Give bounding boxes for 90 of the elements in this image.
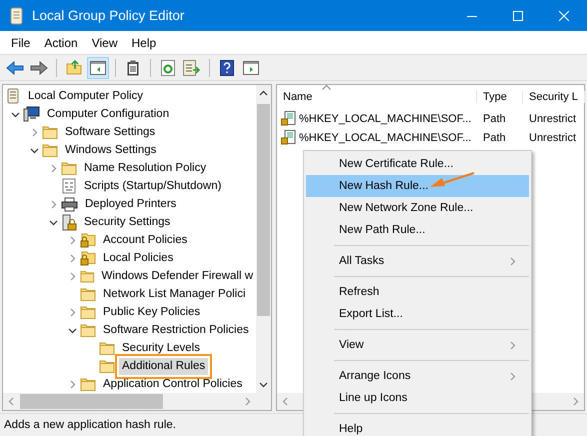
menu-item[interactable]: Export List...	[306, 303, 529, 325]
folder-icon	[80, 305, 96, 319]
chevron-right-icon[interactable]	[30, 128, 38, 136]
chevron-right-icon[interactable]	[68, 272, 76, 280]
tree-item[interactable]: Additional Rules	[119, 358, 208, 374]
tree-item[interactable]: Scripts (Startup/Shutdown)	[81, 178, 224, 194]
menu-item[interactable]: New Network Zone Rule...	[306, 197, 529, 219]
folder-icon	[99, 341, 115, 355]
table-cell: Unrestrict	[529, 112, 576, 124]
menu-item[interactable]: File	[4, 36, 38, 50]
tree-item[interactable]: Security Settings	[81, 214, 174, 230]
server-lock-icon	[61, 214, 77, 230]
menu-item[interactable]: Help	[306, 418, 529, 436]
scrollbar-thumb[interactable]	[20, 394, 163, 409]
menu-item[interactable]: Help	[124, 36, 164, 50]
vertical-scrollbar[interactable]	[256, 85, 271, 393]
tree-item[interactable]: Application Control Policies	[100, 376, 246, 392]
table-cell: Path	[483, 132, 506, 144]
status-text: Adds a new application hash rule.	[4, 419, 176, 431]
tree-item[interactable]: Windows Settings	[62, 142, 160, 158]
menu-item[interactable]: All Tasks	[306, 250, 529, 272]
menu-item[interactable]: New Hash Rule...	[306, 175, 529, 197]
console-tree-icon[interactable]	[87, 56, 109, 78]
menu-item[interactable]: New Certificate Rule...	[306, 153, 529, 175]
chevron-down-icon[interactable]	[48, 218, 58, 226]
arrow-annotation	[428, 171, 476, 189]
folder-icon	[80, 287, 96, 301]
close-icon[interactable]	[559, 10, 569, 20]
sort-caret-icon	[322, 85, 331, 90]
scroll-up-icon[interactable]	[259, 89, 268, 98]
scroll-icon	[5, 88, 21, 104]
column-header[interactable]: Security L	[529, 91, 578, 103]
computer-icon	[23, 106, 40, 122]
menu-item[interactable]: Arrange Icons	[306, 365, 529, 387]
list-item[interactable]: %HKEY_LOCAL_MACHINE\SOF...	[299, 132, 472, 144]
scroll-left-icon[interactable]	[7, 397, 16, 406]
menu-item[interactable]: New Path Rule...	[306, 219, 529, 241]
locked-document-icon	[281, 130, 296, 145]
scrollbar-thumb[interactable]	[257, 104, 270, 316]
script-icon	[61, 178, 77, 194]
menu-item[interactable]: View	[84, 36, 124, 50]
folder-icon	[80, 323, 96, 337]
menu-item[interactable]: View	[306, 334, 529, 356]
maximize-icon[interactable]	[513, 10, 523, 20]
menu-item[interactable]: Action	[37, 36, 85, 50]
folder-icon	[42, 125, 58, 139]
tree-item[interactable]: Network List Manager Polici	[100, 286, 249, 302]
tree-item[interactable]: Local Computer Policy	[25, 88, 146, 104]
scroll-right-icon[interactable]	[571, 397, 580, 406]
column-header[interactable]: Name	[283, 91, 312, 103]
chevron-right-icon[interactable]	[68, 308, 76, 316]
tree-item[interactable]: Local Policies	[100, 250, 176, 266]
tree-item[interactable]: Security Levels	[119, 340, 203, 356]
chevron-right-icon[interactable]	[48, 200, 58, 208]
chevron-right-icon[interactable]	[68, 236, 76, 244]
tree-item[interactable]: Computer Configuration	[44, 106, 172, 122]
chevron-right-icon[interactable]	[68, 380, 76, 388]
printer-icon	[61, 196, 78, 212]
menu-item[interactable]: Refresh	[306, 281, 529, 303]
folder-icon	[42, 143, 58, 157]
folder-icon	[61, 161, 77, 175]
locked-folder-icon	[80, 250, 96, 266]
tree-item[interactable]: Name Resolution Policy	[81, 160, 210, 176]
tree-item[interactable]: Public Key Policies	[100, 304, 204, 320]
folder-icon	[80, 377, 96, 391]
tree-item[interactable]: Windows Defender Firewall w	[98, 268, 256, 284]
table-cell: Path	[483, 112, 506, 124]
tree-item[interactable]: Software Restriction Policies	[100, 322, 252, 338]
scroll-left-icon[interactable]	[281, 397, 290, 406]
scroll-icon	[8, 6, 24, 24]
window-title: Local Group Policy Editor	[32, 8, 186, 23]
chevron-down-icon[interactable]	[10, 110, 20, 118]
horizontal-scrollbar[interactable]	[3, 393, 256, 410]
locked-folder-icon	[80, 232, 96, 248]
tree-item[interactable]: Account Policies	[100, 232, 190, 248]
folder-icon	[99, 359, 115, 373]
chevron-down-icon[interactable]	[30, 146, 38, 154]
locked-document-icon	[281, 111, 296, 126]
chevron-right-icon[interactable]	[68, 254, 76, 262]
tree-item[interactable]: Software Settings	[62, 124, 158, 140]
table-cell: Unrestrict	[529, 132, 576, 144]
folder-icon	[80, 269, 95, 283]
chevron-down-icon[interactable]	[68, 326, 76, 334]
list-item[interactable]: %HKEY_LOCAL_MACHINE\SOF...	[299, 112, 472, 124]
chevron-right-icon[interactable]	[48, 164, 58, 172]
menu-item[interactable]: Line up Icons	[306, 387, 529, 409]
tree-item[interactable]: Deployed Printers	[82, 196, 180, 212]
scroll-right-icon[interactable]	[243, 397, 252, 406]
column-header[interactable]: Type	[483, 91, 507, 103]
scroll-down-icon[interactable]	[259, 380, 268, 389]
